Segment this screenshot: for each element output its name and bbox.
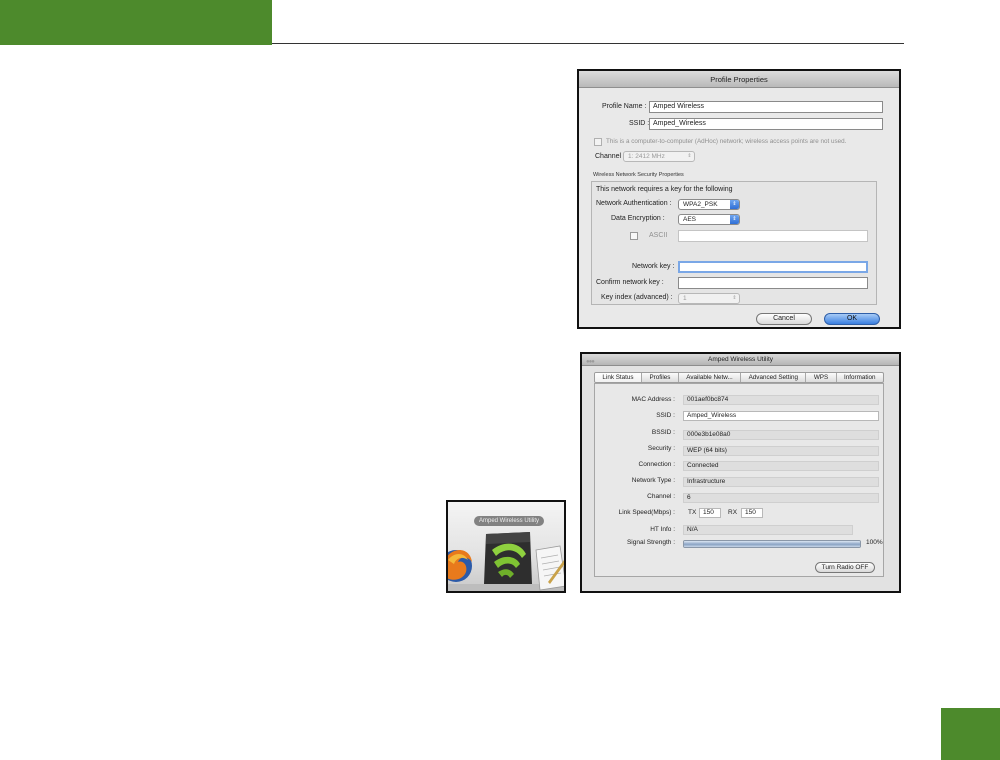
security-group-label: Wireless Network Security Properties — [593, 172, 684, 178]
signal-strength-bar — [683, 540, 861, 548]
network-auth-value: WPA2_PSK — [683, 201, 718, 208]
ht-info-value: N/A — [683, 525, 853, 535]
header-green-bar — [0, 0, 272, 45]
ssid-status-label: SSID : — [656, 412, 675, 419]
ascii-label: ASCII — [649, 232, 668, 239]
adhoc-label: This is a computer-to-computer (AdHoc) n… — [606, 138, 847, 145]
link-status-panel: MAC Address : 001aef0bc874 SSID : Amped_… — [594, 383, 884, 577]
ascii-field[interactable] — [678, 230, 868, 242]
data-encryption-label: Data Encryption : — [611, 215, 665, 222]
profile-properties-window: Profile Properties Profile Name : Amped … — [577, 69, 901, 329]
confirm-key-label: Confirm network key : — [596, 279, 664, 286]
ssid-field[interactable]: Amped_Wireless — [649, 118, 883, 130]
utility-tabs: Link Status Profiles Available Netw... A… — [594, 372, 884, 383]
key-index-value: 1 — [683, 295, 687, 302]
requires-key-text: This network requires a key for the foll… — [596, 186, 733, 193]
rx-label: RX — [728, 509, 738, 516]
tx-value: 150 — [699, 508, 721, 518]
utility-titlebar: ●●● Amped Wireless Utility — [582, 354, 899, 366]
profile-properties-title: Profile Properties — [579, 71, 899, 88]
ascii-checkbox[interactable] — [630, 232, 638, 240]
dock-icons — [448, 532, 566, 591]
network-type-value: Infrastructure — [683, 477, 879, 487]
header-rule — [272, 43, 904, 44]
confirm-key-field[interactable] — [678, 277, 868, 289]
ok-button[interactable]: OK — [824, 313, 880, 325]
tab-wps[interactable]: WPS — [806, 373, 837, 382]
amped-wireless-utility-icon[interactable] — [484, 532, 532, 584]
security-properties-group: This network requires a key for the foll… — [591, 181, 877, 305]
channel-label: Channel : — [595, 153, 625, 160]
data-encryption-value: AES — [683, 216, 697, 223]
firefox-icon[interactable] — [448, 550, 472, 582]
tab-information[interactable]: Information — [837, 373, 883, 382]
amped-wireless-utility-window: ●●● Amped Wireless Utility Link Status P… — [580, 352, 901, 593]
chevron-updown-icon: ⇕ — [732, 295, 737, 301]
tx-label: TX — [688, 509, 697, 516]
adhoc-checkbox[interactable] — [594, 138, 602, 146]
connection-value: Connected — [683, 461, 879, 471]
signal-strength-fill — [684, 541, 860, 547]
channel-select[interactable]: 1: 2412 MHz ⇕ — [623, 151, 695, 162]
chevron-updown-icon: ⇕ — [687, 153, 692, 159]
tab-advanced-setting[interactable]: Advanced Setting — [741, 373, 807, 382]
dock-screenshot: Amped Wireless Utility — [446, 500, 566, 593]
network-type-label: Network Type : — [631, 477, 675, 484]
link-speed-label: Link Speed(Mbps) : — [618, 509, 675, 516]
mac-address-value: 001aef0bc874 — [683, 395, 879, 405]
network-auth-select[interactable]: WPA2_PSK ⇕ — [678, 199, 740, 210]
turn-radio-off-button[interactable]: Turn Radio OFF — [815, 562, 875, 573]
bssid-value: 000e3b1e08a0 — [683, 430, 879, 440]
tab-profiles[interactable]: Profiles — [642, 373, 679, 382]
channel-status-label: Channel : — [647, 493, 675, 500]
utility-title: Amped Wireless Utility — [707, 356, 773, 363]
profile-name-label: Profile Name : — [602, 103, 647, 110]
tab-available-networks[interactable]: Available Netw... — [679, 373, 742, 382]
rx-value: 150 — [741, 508, 763, 518]
key-index-select[interactable]: 1 ⇕ — [678, 293, 740, 304]
security-label: Security : — [647, 445, 675, 452]
ssid-label: SSID : — [629, 120, 650, 127]
ssid-status-value: Amped_Wireless — [683, 411, 879, 421]
tab-link-status[interactable]: Link Status — [595, 373, 643, 382]
key-index-label: Key index (advanced) : — [601, 294, 673, 301]
profile-name-field[interactable]: Amped Wireless — [649, 101, 883, 113]
network-auth-label: Network Authentication : — [596, 200, 672, 207]
page-number-tab — [941, 708, 1000, 760]
channel-status-value: 6 — [683, 493, 879, 503]
signal-strength-label: Signal Strength : — [626, 539, 675, 546]
bssid-label: BSSID : — [651, 429, 675, 436]
chevron-updown-icon: ⇕ — [730, 215, 739, 224]
ht-info-label: HT Info : — [650, 526, 675, 533]
window-controls-icon[interactable]: ●●● — [586, 356, 595, 368]
textedit-icon[interactable] — [535, 545, 566, 591]
channel-select-value: 1: 2412 MHz — [628, 153, 665, 160]
data-encryption-select[interactable]: AES ⇕ — [678, 214, 740, 225]
mac-address-label: MAC Address : — [631, 396, 675, 403]
network-key-field[interactable] — [678, 261, 868, 273]
connection-label: Connection : — [638, 461, 676, 468]
signal-strength-percent: 100% — [866, 539, 883, 546]
network-key-label: Network key : — [632, 263, 675, 270]
security-value: WEP (64 bits) — [683, 446, 879, 456]
cancel-button[interactable]: Cancel — [756, 313, 812, 325]
chevron-updown-icon: ⇕ — [730, 200, 739, 209]
